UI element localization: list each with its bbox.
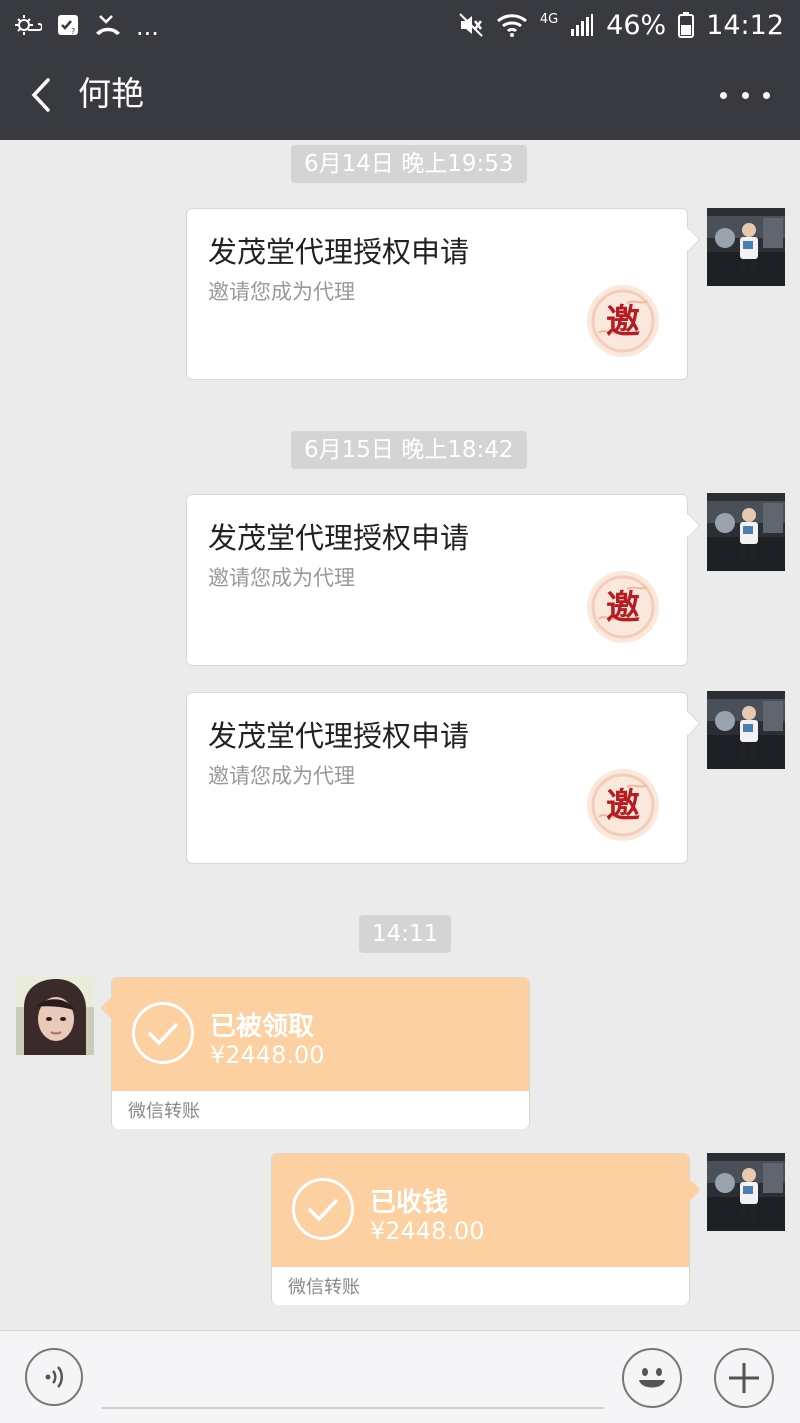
avatar-contact[interactable] <box>16 977 94 1055</box>
bubble-tail <box>676 711 701 736</box>
svg-text:?: ? <box>71 27 75 36</box>
transfer-amount: ¥2448.00 <box>370 1217 485 1245</box>
invite-subtitle: 邀请您成为代理 <box>208 764 355 788</box>
message-input[interactable] <box>102 1407 604 1409</box>
invite-subtitle: 邀请您成为代理 <box>208 566 355 590</box>
invite-card[interactable]: 发茂堂代理授权申请 邀请您成为代理 邀 <box>186 494 701 666</box>
status-bar: ? ... 4G 46% 14:12 <box>0 0 800 50</box>
invite-card[interactable]: 发茂堂代理授权申请 邀请您成为代理 邀 <box>186 208 701 380</box>
weather-icon <box>14 13 42 37</box>
voice-icon <box>45 1366 63 1388</box>
transfer-amount: ¥2448.00 <box>210 1041 325 1069</box>
plus-icon <box>729 1363 759 1393</box>
status-time: 14:12 <box>706 9 784 41</box>
message-timestamp: 6月14日 晚上19:53 <box>291 145 527 183</box>
signal-icon <box>570 13 594 37</box>
check-circle-icon <box>292 1178 354 1240</box>
transfer-status: 已被领取 <box>210 1012 315 1042</box>
back-button[interactable] <box>24 74 66 116</box>
transfer-bubble[interactable]: 已被领取 ¥2448.00 微信转账 <box>100 977 530 1129</box>
message-timestamp: 6月15日 晚上18:42 <box>291 431 527 469</box>
invite-card[interactable]: 发茂堂代理授权申请 邀请您成为代理 邀 <box>186 692 701 864</box>
bubble-tail <box>676 227 701 252</box>
emoji-button[interactable] <box>622 1348 682 1408</box>
message-timestamp: 14:11 <box>359 915 452 953</box>
more-icon-dot <box>741 91 749 99</box>
svg-text:邀: 邀 <box>606 588 640 628</box>
more-icon-dot <box>720 91 727 99</box>
chat-title: 何艳 <box>78 74 144 113</box>
invite-seal-icon: 邀 <box>585 767 661 843</box>
avatar-self[interactable] <box>707 691 785 769</box>
invite-title: 发茂堂代理授权申请 <box>208 521 470 555</box>
plus-button[interactable] <box>714 1348 774 1408</box>
sim-icon: ? <box>56 13 80 37</box>
avatar-self[interactable] <box>707 208 785 286</box>
network-type: 4G <box>539 11 559 27</box>
wifi-icon <box>496 12 528 38</box>
emoji-icon <box>639 1368 665 1388</box>
more-icon-dot <box>763 91 770 99</box>
more-notifications-icon: ... <box>136 13 159 41</box>
transfer-bubble[interactable]: 已收钱 ¥2448.00 微信转账 <box>271 1153 701 1305</box>
chevron-left-icon <box>31 78 50 112</box>
chat-header: 何艳 <box>0 50 800 140</box>
transfer-label: 微信转账 <box>288 1277 360 1298</box>
input-bar <box>0 1330 800 1423</box>
transfer-label: 微信转账 <box>128 1101 200 1122</box>
svg-text:邀: 邀 <box>606 786 640 826</box>
invite-title: 发茂堂代理授权申请 <box>208 235 470 269</box>
invite-subtitle: 邀请您成为代理 <box>208 280 355 304</box>
transfer-status: 已收钱 <box>370 1188 449 1218</box>
mute-icon <box>458 12 484 38</box>
more-button[interactable] <box>720 78 770 112</box>
invite-seal-icon: 邀 <box>585 569 661 645</box>
check-circle-icon <box>132 1002 194 1064</box>
battery-icon <box>678 12 695 38</box>
invite-title: 发茂堂代理授权申请 <box>208 719 470 753</box>
voice-button[interactable] <box>25 1348 83 1406</box>
svg-text:邀: 邀 <box>606 302 640 342</box>
bubble-tail <box>676 513 701 538</box>
battery-percentage: 46% <box>606 9 667 41</box>
avatar-self[interactable] <box>707 1153 785 1231</box>
missed-call-icon <box>94 13 122 37</box>
avatar-self[interactable] <box>707 493 785 571</box>
invite-seal-icon: 邀 <box>585 283 661 359</box>
